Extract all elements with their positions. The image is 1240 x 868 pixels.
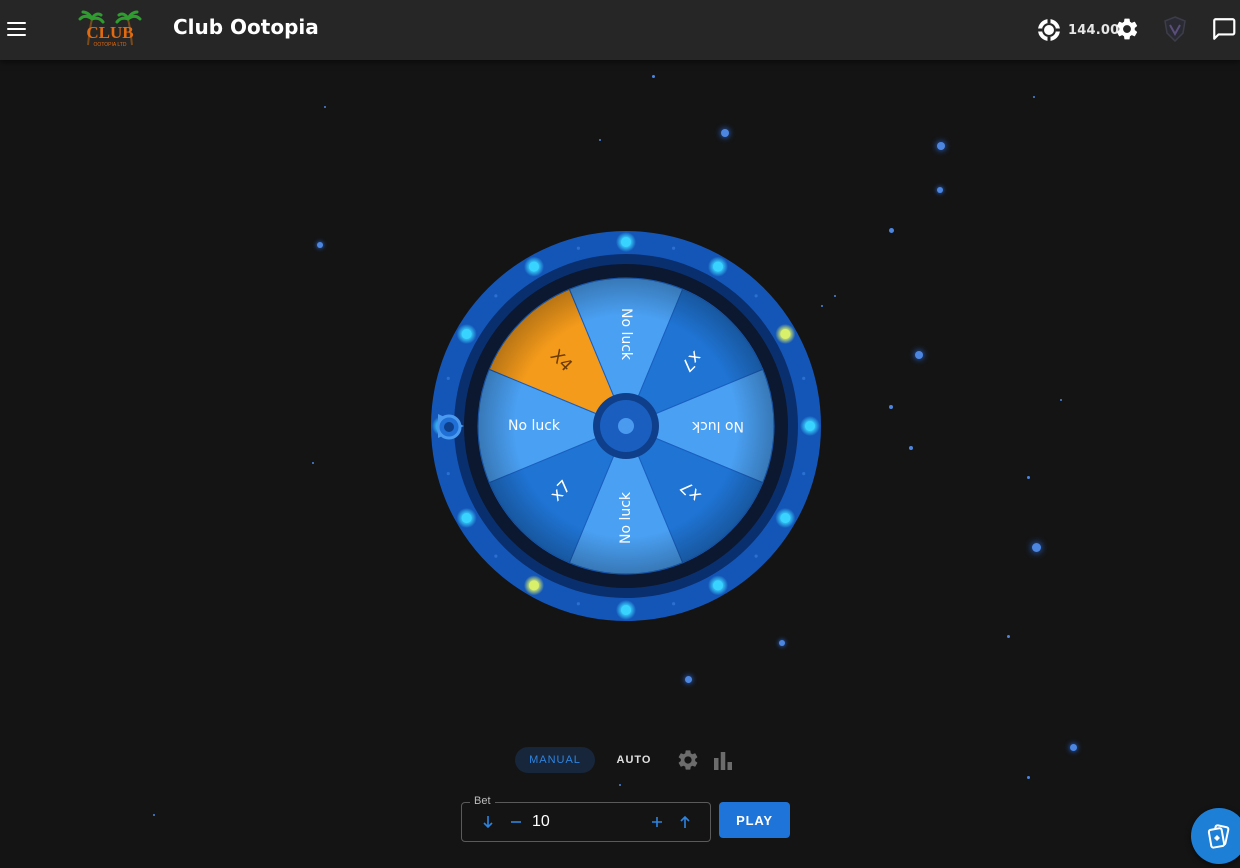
rim-light bbox=[461, 513, 472, 523]
background-star bbox=[651, 74, 655, 78]
rim-light bbox=[672, 246, 676, 250]
statistics-button[interactable] bbox=[711, 749, 735, 773]
rim-light bbox=[494, 294, 498, 298]
wheel-hub-center bbox=[618, 418, 634, 434]
background-star bbox=[937, 187, 943, 193]
arrow-up-icon bbox=[680, 815, 690, 828]
top-bar: CLUB OOTOPIA LTD Club Ootopia 144.00 bbox=[0, 0, 1240, 60]
tab-manual[interactable]: MANUAL bbox=[515, 747, 595, 773]
rim-light bbox=[754, 554, 758, 558]
background-star bbox=[1006, 634, 1010, 638]
logo-text: CLUB bbox=[86, 23, 133, 42]
profile-button[interactable] bbox=[1161, 15, 1189, 43]
rim-light bbox=[780, 513, 791, 523]
background-star bbox=[1026, 775, 1030, 779]
rim-light bbox=[672, 602, 676, 606]
game-settings-button[interactable] bbox=[676, 748, 700, 772]
background-star bbox=[915, 351, 923, 359]
rim-light bbox=[621, 605, 631, 615]
background-star bbox=[153, 814, 155, 816]
bet-min-button[interactable] bbox=[479, 813, 497, 831]
prize-wheel-graphic: No luckx7No luckx7No luckx7No luckX4 bbox=[431, 231, 821, 621]
rim-light bbox=[713, 261, 723, 272]
background-star bbox=[937, 142, 945, 150]
rim-light bbox=[576, 246, 580, 250]
rim-light bbox=[754, 294, 758, 298]
bet-label: Bet bbox=[470, 795, 495, 807]
background-star bbox=[834, 295, 836, 297]
background-star bbox=[599, 139, 601, 141]
rim-light bbox=[446, 376, 450, 380]
bet-field: Bet bbox=[461, 795, 711, 842]
rim-light bbox=[461, 329, 472, 339]
background-star bbox=[684, 675, 692, 683]
rim-light bbox=[805, 421, 815, 431]
background-star bbox=[1069, 743, 1077, 751]
background-star bbox=[721, 129, 729, 137]
prize-wheel[interactable]: No luckx7No luckx7No luckx7No luckX4 bbox=[430, 230, 822, 622]
chat-icon bbox=[1213, 18, 1236, 40]
chip-icon bbox=[1038, 19, 1060, 41]
bet-amount-input[interactable] bbox=[532, 811, 642, 833]
rim-light bbox=[576, 602, 580, 606]
background-star bbox=[1033, 96, 1035, 98]
background-star bbox=[1031, 542, 1041, 552]
profile-shield-icon bbox=[1164, 16, 1186, 43]
rim-light bbox=[802, 472, 806, 476]
palm-tree-logo-icon: CLUB OOTOPIA LTD bbox=[78, 10, 142, 48]
bar-chart-icon bbox=[714, 752, 732, 770]
tab-auto[interactable]: AUTO bbox=[603, 747, 665, 773]
minus-icon bbox=[511, 821, 521, 823]
chat-button[interactable] bbox=[1210, 16, 1238, 42]
background-star bbox=[312, 462, 314, 464]
background-star bbox=[619, 784, 621, 786]
cards-icon bbox=[1207, 824, 1230, 849]
background-star bbox=[324, 106, 326, 108]
rim-light bbox=[529, 580, 539, 591]
app-root: CLUB OOTOPIA LTD Club Ootopia 144.00 MAN… bbox=[0, 0, 1240, 868]
background-star bbox=[317, 242, 323, 248]
background-star bbox=[1026, 475, 1030, 479]
play-button[interactable]: PLAY bbox=[719, 802, 790, 838]
rim-light bbox=[621, 237, 631, 247]
mode-tabs: MANUAL AUTO bbox=[515, 747, 665, 773]
menu-icon-line bbox=[7, 28, 26, 30]
background-star bbox=[779, 640, 785, 646]
rim-light bbox=[802, 376, 806, 380]
balance-display[interactable]: 144.00 bbox=[1037, 17, 1119, 43]
background-star bbox=[889, 405, 893, 409]
plus-icon bbox=[652, 817, 662, 827]
gear-icon bbox=[678, 750, 698, 770]
club-logo[interactable]: CLUB OOTOPIA LTD bbox=[78, 9, 142, 49]
bet-decrease-button[interactable] bbox=[507, 813, 525, 831]
bet-max-button[interactable] bbox=[676, 813, 694, 831]
app-title: Club Ootopia bbox=[173, 15, 319, 39]
gear-icon bbox=[1116, 18, 1138, 40]
rim-light bbox=[446, 472, 450, 476]
floating-cards-button[interactable] bbox=[1191, 808, 1240, 864]
menu-button[interactable] bbox=[4, 16, 30, 42]
background-star bbox=[909, 446, 913, 450]
menu-icon-line bbox=[7, 22, 26, 24]
rim-light bbox=[780, 329, 791, 339]
menu-icon-line bbox=[7, 34, 26, 36]
settings-button[interactable] bbox=[1114, 16, 1140, 42]
rim-light bbox=[494, 554, 498, 558]
arrow-down-icon bbox=[483, 816, 493, 829]
background-star bbox=[888, 227, 894, 233]
background-star bbox=[1060, 399, 1062, 401]
bet-increase-button[interactable] bbox=[648, 813, 666, 831]
logo-subtext: OOTOPIA LTD bbox=[94, 42, 127, 48]
rim-light bbox=[529, 261, 539, 272]
balance-value: 144.00 bbox=[1068, 22, 1120, 38]
rim-light bbox=[713, 580, 723, 591]
